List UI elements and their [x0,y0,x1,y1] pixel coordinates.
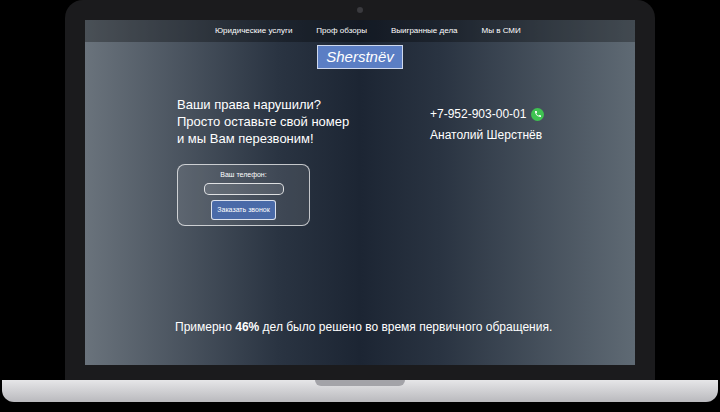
hero-left: Ваши права нарушили?Просто оставьте свой… [85,96,430,226]
top-nav: Юридические услуги Проф обзоры Выигранные … [85,20,635,42]
nav-item[interactable]: Выигранные дела [391,25,458,37]
order-call-button[interactable]: Заказать звонок [211,200,275,220]
stat-prefix: Примерно [175,320,235,334]
phone-row: +7-952-903-00-01 [430,105,544,123]
phone-number[interactable]: +7-952-903-00-01 [430,105,526,123]
callback-form: Ваш телефон: Заказать звонок [177,164,310,226]
hero: Ваши права нарушили?Просто оставьте свой… [85,96,635,226]
stat-suffix: дел было решено во время первичного обра… [259,320,552,334]
nav-item[interactable]: Проф обзоры [316,25,367,37]
screen: Юридические услуги Проф обзоры Выигранные … [85,20,635,365]
contact: +7-952-903-00-01 Анатолий Шерстнёв [430,105,544,226]
headline-line: Просто оставьте свой номер [177,113,430,130]
nav-item[interactable]: Мы в СМИ [482,25,521,37]
phone-input[interactable] [204,183,284,195]
stat-value: 46% [235,320,259,334]
logo-row: Sherstnëv [85,45,635,69]
headline-line: и мы Вам перезвоним! [177,130,430,147]
stat-line: Примерно 46% дел было решено во время пе… [85,318,635,365]
nav-item[interactable]: Юридические услуги [215,25,292,37]
base-notch [315,380,405,386]
headline-line: Ваши права нарушили? [177,96,430,113]
camera-icon [357,7,363,13]
laptop-base [2,380,718,402]
whatsapp-icon[interactable] [531,108,544,121]
contact-name: Анатолий Шерстнёв [430,126,544,144]
logo[interactable]: Sherstnëv [317,45,403,69]
phone-label: Ваш телефон: [220,170,266,180]
laptop-lid: Юридические услуги Проф обзоры Выигранные … [65,0,655,380]
